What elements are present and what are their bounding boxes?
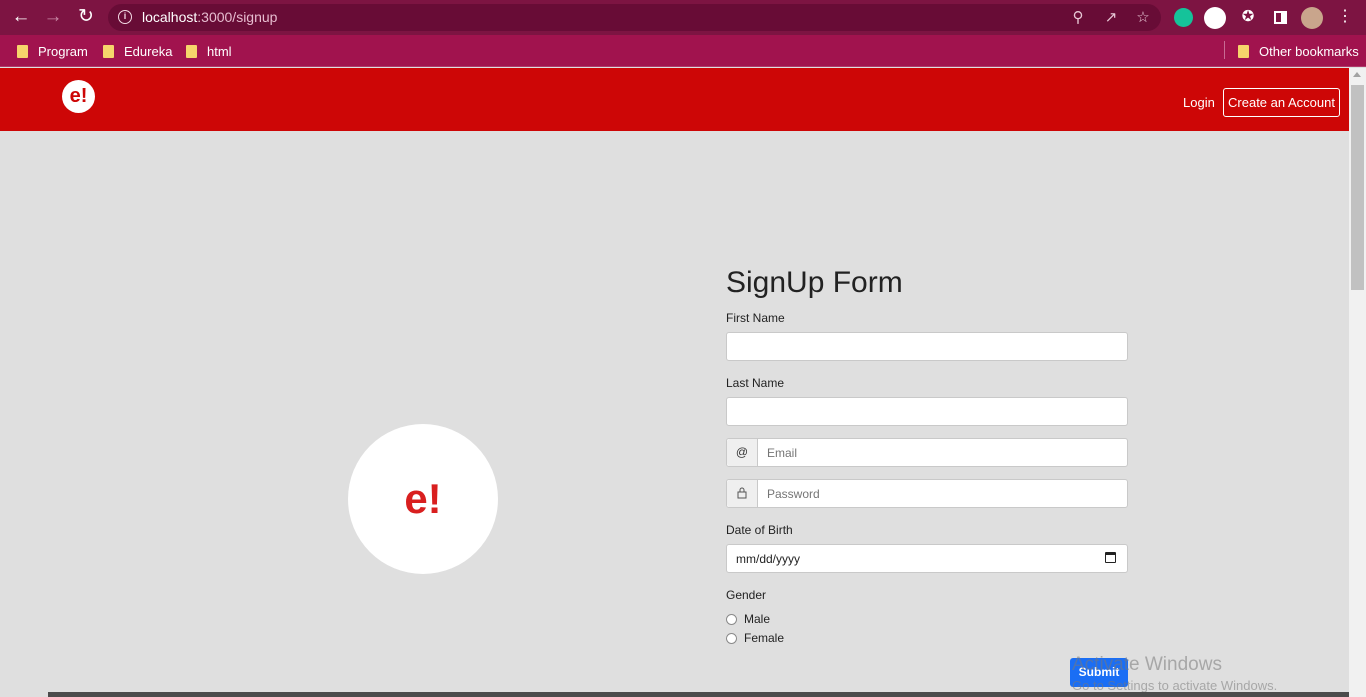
first-name-label: First Name [726, 311, 785, 325]
folder-icon [1238, 44, 1249, 58]
watermark-line1: Activate Windows [1072, 654, 1222, 675]
bookmark-label: Edureka [124, 43, 173, 59]
grammarly-icon[interactable] [1174, 8, 1193, 27]
login-link[interactable]: Login [1183, 95, 1215, 110]
last-name-label: Last Name [726, 376, 785, 390]
scrollbar-thumb[interactable] [1351, 85, 1364, 290]
bookmark-star-icon[interactable]: ☆ [1133, 8, 1153, 28]
site-info-icon[interactable]: i [118, 10, 132, 24]
bookmark-other[interactable]: Other bookmarks [1238, 41, 1359, 61]
gender-male-option[interactable]: Male [726, 612, 770, 626]
email-field[interactable]: @ Email [726, 438, 1128, 467]
back-icon[interactable]: ← [9, 6, 33, 30]
url-host: localhost [142, 9, 198, 25]
radio-button[interactable] [726, 632, 737, 644]
dob-placeholder[interactable]: mm/dd/yyyy [736, 552, 800, 566]
scroll-up-arrow-icon[interactable] [1353, 72, 1361, 77]
create-account-button[interactable]: Create an Account [1223, 88, 1340, 117]
forward-icon[interactable]: → [41, 6, 65, 30]
gender-female-label: Female [744, 631, 785, 645]
browser-toolbar: ← → ↻ i localhost:3000/signup ⚲ ↗ ☆ ✪ ⋮ [0, 0, 1366, 35]
radio-button[interactable] [726, 613, 737, 625]
bookmark-label: Other bookmarks [1259, 43, 1359, 59]
lock-icon [727, 480, 758, 507]
url-path: :3000/signup [197, 9, 278, 25]
first-name-input[interactable] [726, 332, 1128, 361]
watermark-line2: Go to Settings to activate Windows. [1072, 678, 1278, 693]
email-placeholder[interactable]: Email [767, 446, 797, 460]
url-text[interactable]: localhost:3000/signup [142, 9, 277, 25]
bookmark-program[interactable]: Program [17, 41, 88, 61]
site-header: e! Login Create an Account [0, 68, 1349, 131]
form-title: SignUp Form [726, 266, 903, 299]
extensions-puzzle-icon[interactable]: ✪ [1236, 6, 1260, 30]
bookmarks-separator [1224, 41, 1225, 59]
calendar-icon[interactable] [1105, 552, 1116, 563]
bookmark-label: html [207, 43, 232, 59]
folder-icon [17, 44, 28, 58]
dob-input[interactable]: mm/dd/yyyy [726, 544, 1128, 573]
folder-icon [186, 44, 197, 58]
at-sign-icon: @ [727, 439, 758, 466]
password-placeholder[interactable]: Password [767, 487, 820, 501]
folder-icon [103, 44, 114, 58]
bookmark-edureka[interactable]: Edureka [103, 41, 172, 61]
gender-male-label: Male [744, 612, 771, 626]
side-panel-icon[interactable] [1268, 6, 1292, 30]
bookmark-html[interactable]: html [186, 41, 232, 61]
horizontal-scrollbar[interactable] [48, 692, 1349, 697]
dob-label: Date of Birth [726, 523, 793, 537]
zoom-icon[interactable]: ⚲ [1068, 8, 1088, 28]
menu-kebab-icon[interactable]: ⋮ [1333, 6, 1357, 30]
gender-label: Gender [726, 588, 767, 602]
hero-logo: e! [348, 424, 498, 574]
extension-icon[interactable] [1204, 7, 1226, 29]
last-name-input[interactable] [726, 397, 1128, 426]
bookmark-label: Program [38, 43, 88, 59]
profile-avatar[interactable] [1301, 7, 1323, 29]
share-icon[interactable]: ↗ [1101, 8, 1121, 28]
activate-windows-watermark: Activate Windows Go to Settings to activ… [1072, 654, 1277, 693]
reload-icon[interactable]: ↻ [74, 6, 98, 30]
gender-female-option[interactable]: Female [726, 631, 784, 645]
address-bar[interactable]: i localhost:3000/signup ⚲ ↗ ☆ [108, 4, 1161, 31]
password-field[interactable]: Password [726, 479, 1128, 508]
header-logo[interactable]: e! [62, 80, 95, 113]
